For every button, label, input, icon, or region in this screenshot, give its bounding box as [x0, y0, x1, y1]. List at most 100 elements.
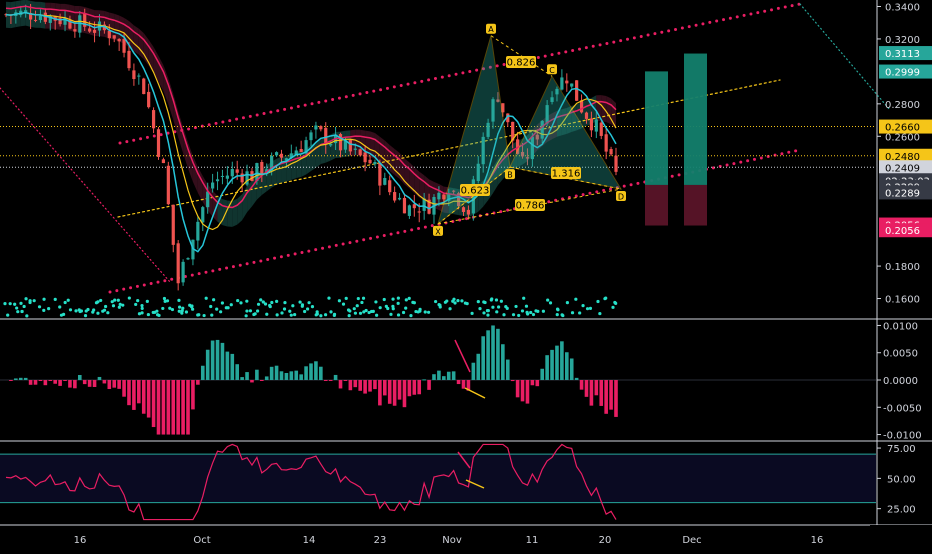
- candle-body[interactable]: [594, 119, 598, 132]
- histogram-bar[interactable]: [373, 380, 377, 390]
- histogram-bar[interactable]: [368, 380, 372, 392]
- histogram-bar[interactable]: [501, 344, 505, 380]
- histogram-bar[interactable]: [225, 351, 230, 380]
- histogram-bar[interactable]: [505, 359, 510, 380]
- histogram-bar[interactable]: [38, 380, 43, 381]
- histogram-bar[interactable]: [220, 342, 225, 380]
- histogram-bar[interactable]: [560, 341, 564, 380]
- histogram-bar[interactable]: [264, 376, 269, 380]
- price-tag[interactable]: 0.2289: [879, 185, 932, 200]
- histogram-bar[interactable]: [279, 371, 284, 380]
- histogram-bar[interactable]: [181, 380, 185, 435]
- candle-body[interactable]: [560, 77, 564, 90]
- candle-body[interactable]: [319, 126, 323, 130]
- chart-root[interactable]: X A B C D 0.826 0.623 1.316 0.786 0.3400 0.3200 0.…: [0, 0, 932, 550]
- histogram-bar[interactable]: [107, 380, 112, 390]
- histogram-bar[interactable]: [451, 371, 456, 380]
- candle-body[interactable]: [604, 134, 608, 152]
- histogram-bar[interactable]: [117, 380, 121, 389]
- candle-body[interactable]: [570, 83, 574, 87]
- histogram-bar[interactable]: [294, 370, 299, 380]
- histogram-bar[interactable]: [530, 380, 535, 386]
- histogram-bar[interactable]: [284, 372, 289, 380]
- histogram-bar[interactable]: [614, 380, 618, 417]
- histogram-bar[interactable]: [171, 380, 176, 435]
- histogram-bar[interactable]: [87, 380, 92, 387]
- histogram-bar[interactable]: [230, 353, 235, 380]
- candle-body[interactable]: [211, 182, 215, 189]
- candle-body[interactable]: [383, 178, 387, 185]
- histogram-bar[interactable]: [481, 336, 485, 380]
- candle-body[interactable]: [378, 162, 382, 186]
- histogram-bar[interactable]: [245, 372, 249, 380]
- histogram-bar[interactable]: [18, 377, 23, 380]
- histogram-bar[interactable]: [196, 380, 200, 385]
- histogram-bar[interactable]: [23, 377, 28, 380]
- candle-body[interactable]: [614, 155, 618, 172]
- candle-body[interactable]: [171, 204, 175, 245]
- histogram-bar[interactable]: [151, 380, 156, 428]
- candle-body[interactable]: [358, 149, 362, 156]
- price-tag[interactable]: 0.2056: [879, 223, 932, 238]
- candle-body[interactable]: [575, 80, 579, 101]
- histogram-bar[interactable]: [137, 380, 141, 404]
- histogram-bar[interactable]: [535, 380, 540, 387]
- histogram-bar[interactable]: [387, 380, 392, 404]
- candle-body[interactable]: [107, 30, 111, 39]
- histogram-bar[interactable]: [161, 380, 166, 435]
- candle-body[interactable]: [584, 112, 589, 119]
- candle-body[interactable]: [279, 153, 284, 158]
- histogram-bar[interactable]: [609, 380, 613, 410]
- histogram-bar[interactable]: [599, 380, 604, 406]
- histogram-bar[interactable]: [442, 376, 446, 380]
- histogram-bar[interactable]: [382, 380, 387, 396]
- histogram-bar[interactable]: [250, 380, 254, 383]
- histogram-bar[interactable]: [412, 380, 417, 395]
- histogram-bar[interactable]: [486, 330, 490, 380]
- histogram-bar[interactable]: [550, 349, 554, 380]
- histogram-bar[interactable]: [166, 380, 171, 435]
- candle-body[interactable]: [181, 261, 185, 283]
- price-tag[interactable]: 0.2660: [879, 119, 932, 134]
- candle-body[interactable]: [466, 209, 471, 215]
- histogram-bar[interactable]: [269, 366, 274, 380]
- histogram-bar[interactable]: [540, 368, 545, 380]
- histogram-bar[interactable]: [9, 380, 13, 381]
- histogram-bar[interactable]: [48, 380, 53, 381]
- histogram-bar[interactable]: [584, 380, 589, 397]
- histogram-bar[interactable]: [309, 363, 313, 380]
- price-tag[interactable]: 0.3113: [879, 46, 932, 61]
- candle-body[interactable]: [220, 175, 225, 177]
- histogram-bar[interactable]: [240, 377, 244, 380]
- candle-body[interactable]: [609, 149, 613, 155]
- candle-body[interactable]: [137, 75, 141, 77]
- candle-body[interactable]: [142, 78, 146, 95]
- candle-body[interactable]: [92, 29, 97, 33]
- histogram-bar[interactable]: [407, 380, 412, 397]
- histogram-bar[interactable]: [378, 380, 382, 406]
- histogram-bar[interactable]: [437, 370, 441, 380]
- candle-body[interactable]: [407, 205, 411, 216]
- candle-body[interactable]: [274, 152, 279, 156]
- candle-body[interactable]: [235, 169, 239, 173]
- histogram-bar[interactable]: [594, 380, 599, 396]
- histogram-bar[interactable]: [491, 325, 495, 380]
- histogram-bar[interactable]: [422, 379, 426, 381]
- histogram-bar[interactable]: [471, 362, 476, 380]
- candle-body[interactable]: [589, 118, 594, 131]
- histogram-bar[interactable]: [210, 340, 215, 380]
- candle-body[interactable]: [565, 80, 569, 84]
- histogram-bar[interactable]: [304, 366, 308, 380]
- histogram-bar[interactable]: [515, 380, 520, 398]
- histogram-bar[interactable]: [545, 355, 549, 380]
- histogram-bar[interactable]: [63, 380, 67, 381]
- histogram-bar[interactable]: [589, 380, 594, 406]
- histogram-bar[interactable]: [102, 380, 107, 384]
- candle-body[interactable]: [215, 179, 220, 182]
- histogram-bar[interactable]: [417, 380, 422, 395]
- histogram-bar[interactable]: [68, 380, 72, 388]
- histogram-bar[interactable]: [338, 380, 343, 389]
- candle-body[interactable]: [260, 162, 264, 175]
- candle-body[interactable]: [225, 175, 229, 179]
- histogram-bar[interactable]: [235, 364, 240, 380]
